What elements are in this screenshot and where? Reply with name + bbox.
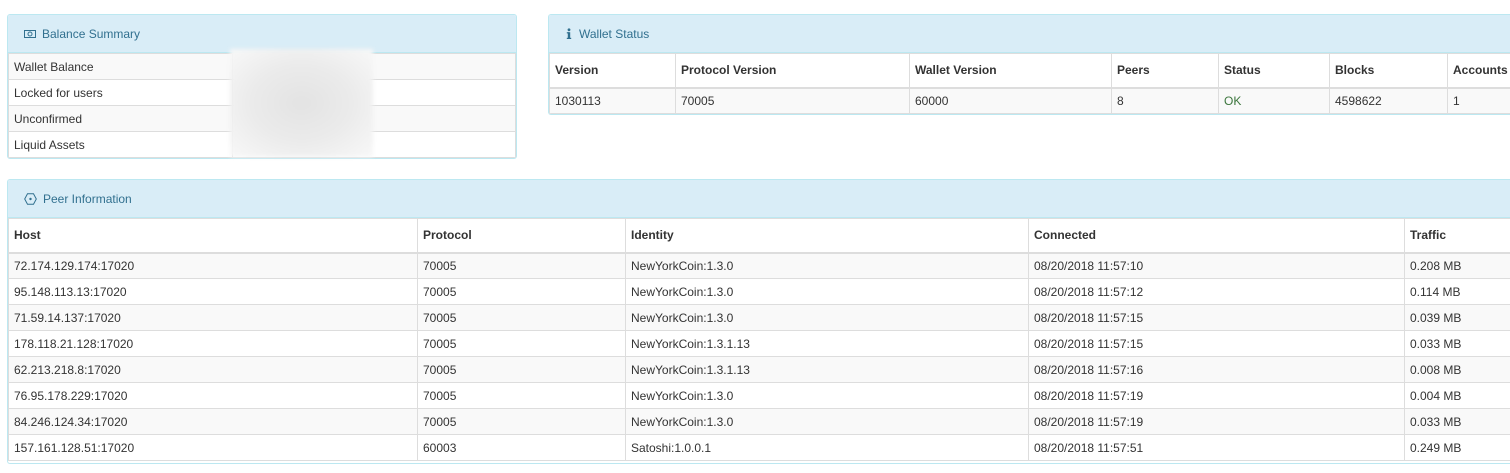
column-header-host: Host bbox=[8, 218, 418, 254]
peer-traffic: 0.114 MB bbox=[1404, 278, 1510, 305]
peer-host: 95.148.113.13:17020 bbox=[8, 278, 418, 305]
peer-identity: NewYorkCoin:1.3.0 bbox=[625, 252, 1029, 279]
table-row: 76.95.178.229:17020 70005 NewYorkCoin:1.… bbox=[8, 382, 1510, 409]
peer-traffic: 0.008 MB bbox=[1404, 356, 1510, 383]
peer-identity: NewYorkCoin:1.3.1.13 bbox=[625, 330, 1029, 357]
column-header-connected: Connected bbox=[1028, 218, 1405, 254]
peer-information-table: Host Protocol Identity Connected Traffic… bbox=[8, 218, 1510, 461]
peer-header-row: Host Protocol Identity Connected Traffic bbox=[8, 218, 1510, 254]
peer-protocol: 70005 bbox=[417, 382, 626, 409]
column-header-identity: Identity bbox=[625, 218, 1029, 254]
peer-information-title: Peer Information bbox=[43, 191, 132, 206]
peer-host: 71.59.14.137:17020 bbox=[8, 304, 418, 331]
table-row: 71.59.14.137:17020 70005 NewYorkCoin:1.3… bbox=[8, 304, 1510, 331]
peer-protocol: 70005 bbox=[417, 278, 626, 305]
peer-connected: 08/20/2018 11:57:19 bbox=[1028, 408, 1405, 435]
network-icon bbox=[24, 192, 37, 205]
peer-traffic: 0.033 MB bbox=[1404, 330, 1510, 357]
balance-summary-heading: Balance Summary bbox=[8, 15, 516, 53]
wallet-status-panel: Wallet Status Version Protocol Version W… bbox=[548, 14, 1510, 115]
peer-host: 72.174.129.174:17020 bbox=[8, 252, 418, 279]
wallet-status-header-row: Version Protocol Version Wallet Version … bbox=[549, 53, 1510, 89]
peer-traffic: 0.039 MB bbox=[1404, 304, 1510, 331]
table-row: 95.148.113.13:17020 70005 NewYorkCoin:1.… bbox=[8, 278, 1510, 305]
wallet-status-row: 1030113 70005 60000 8 OK 4598622 1 bbox=[549, 87, 1510, 114]
balance-label: Wallet Balance bbox=[8, 53, 233, 80]
peer-identity: NewYorkCoin:1.3.0 bbox=[625, 408, 1029, 435]
wallet-version-value: 60000 bbox=[909, 87, 1112, 114]
peer-protocol: 70005 bbox=[417, 356, 626, 383]
info-icon bbox=[565, 27, 573, 40]
balance-label: Unconfirmed bbox=[8, 105, 233, 132]
column-header-blocks: Blocks bbox=[1329, 53, 1448, 89]
table-row: 178.118.21.128:17020 70005 NewYorkCoin:1… bbox=[8, 330, 1510, 357]
peer-connected: 08/20/2018 11:57:19 bbox=[1028, 382, 1405, 409]
wallet-status-title: Wallet Status bbox=[579, 26, 650, 41]
balance-summary-title: Balance Summary bbox=[42, 26, 141, 41]
balance-redaction-blur bbox=[230, 49, 373, 157]
peer-connected: 08/20/2018 11:57:51 bbox=[1028, 434, 1405, 461]
table-row: 157.161.128.51:17020 60003 Satoshi:1.0.0… bbox=[8, 434, 1510, 461]
protocol-version-value: 70005 bbox=[675, 87, 910, 114]
peer-host: 62.213.218.8:17020 bbox=[8, 356, 418, 383]
peer-identity: NewYorkCoin:1.3.0 bbox=[625, 304, 1029, 331]
peer-connected: 08/20/2018 11:57:10 bbox=[1028, 252, 1405, 279]
table-row: 72.174.129.174:17020 70005 NewYorkCoin:1… bbox=[8, 252, 1510, 279]
column-header-accounts: Accounts bbox=[1447, 53, 1510, 89]
peer-identity: NewYorkCoin:1.3.1.13 bbox=[625, 356, 1029, 383]
peers-value: 8 bbox=[1111, 87, 1219, 114]
peer-information-heading: Peer Information bbox=[8, 180, 1510, 218]
column-header-peers: Peers bbox=[1111, 53, 1219, 89]
peer-identity: Satoshi:1.0.0.1 bbox=[625, 434, 1029, 461]
peer-host: 76.95.178.229:17020 bbox=[8, 382, 418, 409]
peer-protocol: 70005 bbox=[417, 252, 626, 279]
peer-identity: NewYorkCoin:1.3.0 bbox=[625, 278, 1029, 305]
column-header-protocol-version: Protocol Version bbox=[675, 53, 910, 89]
blocks-value: 4598622 bbox=[1329, 87, 1448, 114]
column-header-version: Version bbox=[549, 53, 676, 89]
status-value: OK bbox=[1218, 87, 1330, 114]
table-row: 62.213.218.8:17020 70005 NewYorkCoin:1.3… bbox=[8, 356, 1510, 383]
peer-information-panel: Peer Information Host Protocol Identity … bbox=[7, 179, 1510, 464]
peer-host: 157.161.128.51:17020 bbox=[8, 434, 418, 461]
table-row: 84.246.124.34:17020 70005 NewYorkCoin:1.… bbox=[8, 408, 1510, 435]
peer-host: 84.246.124.34:17020 bbox=[8, 408, 418, 435]
peer-traffic: 0.249 MB bbox=[1404, 434, 1510, 461]
peer-host: 178.118.21.128:17020 bbox=[8, 330, 418, 357]
balance-label: Locked for users bbox=[8, 79, 233, 106]
peer-traffic: 0.208 MB bbox=[1404, 252, 1510, 279]
peer-protocol: 60003 bbox=[417, 434, 626, 461]
peer-protocol: 70005 bbox=[417, 408, 626, 435]
version-value: 1030113 bbox=[549, 87, 676, 114]
peer-connected: 08/20/2018 11:57:15 bbox=[1028, 304, 1405, 331]
money-icon bbox=[24, 29, 36, 39]
column-header-traffic: Traffic bbox=[1404, 218, 1510, 254]
peer-identity: NewYorkCoin:1.3.0 bbox=[625, 382, 1029, 409]
column-header-protocol: Protocol bbox=[417, 218, 626, 254]
balance-label: Liquid Assets bbox=[8, 131, 233, 158]
peer-protocol: 70005 bbox=[417, 330, 626, 357]
peer-traffic: 0.033 MB bbox=[1404, 408, 1510, 435]
peer-connected: 08/20/2018 11:57:16 bbox=[1028, 356, 1405, 383]
column-header-wallet-version: Wallet Version bbox=[909, 53, 1112, 89]
wallet-status-table: Version Protocol Version Wallet Version … bbox=[549, 53, 1510, 114]
peer-connected: 08/20/2018 11:57:15 bbox=[1028, 330, 1405, 357]
column-header-status: Status bbox=[1218, 53, 1330, 89]
peer-connected: 08/20/2018 11:57:12 bbox=[1028, 278, 1405, 305]
wallet-status-heading: Wallet Status bbox=[549, 15, 1510, 53]
accounts-value: 1 bbox=[1447, 87, 1510, 114]
peer-protocol: 70005 bbox=[417, 304, 626, 331]
peer-traffic: 0.004 MB bbox=[1404, 382, 1510, 409]
